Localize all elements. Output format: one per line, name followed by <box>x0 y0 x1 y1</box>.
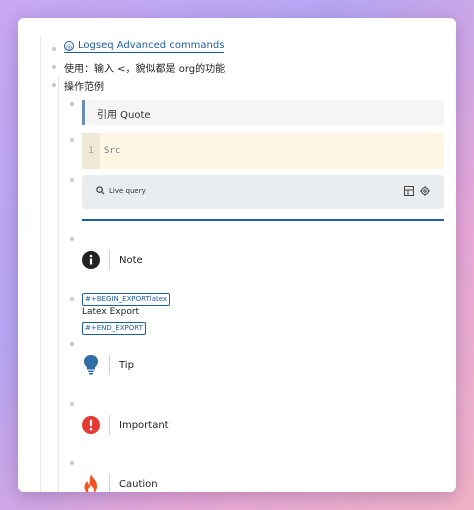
bullet[interactable] <box>70 178 74 182</box>
link-icon: ◎ <box>64 40 74 51</box>
bullet[interactable] <box>70 461 74 465</box>
tip-label: Tip <box>119 359 134 371</box>
logseq-page: ◎ Logseq Advanced commands 使用：输入 <，貌似都是 … <box>18 18 456 492</box>
code-line-number: 1 <box>82 133 100 169</box>
exclamation-icon <box>82 416 100 434</box>
bullet[interactable] <box>52 83 56 87</box>
lightbulb-icon <box>82 355 100 375</box>
info-icon <box>82 251 100 269</box>
caution-admonition[interactable]: Caution <box>82 470 158 492</box>
tip-admonition[interactable]: Tip <box>82 351 134 379</box>
caution-label: Caution <box>119 478 158 490</box>
bullet[interactable] <box>70 237 74 241</box>
bullet[interactable] <box>70 342 74 346</box>
guide-line-2 <box>58 76 59 492</box>
admonition-divider <box>109 474 110 492</box>
export-text[interactable]: Latex Export <box>82 307 139 317</box>
code-text: Src <box>104 146 121 156</box>
live-query-block[interactable]: Live query <box>82 175 444 209</box>
quote-block[interactable]: 引用 Quote <box>82 100 444 125</box>
bullet[interactable] <box>70 102 74 106</box>
bullet[interactable] <box>70 297 74 301</box>
live-query-label: Live query <box>109 186 146 195</box>
export-begin-tag[interactable]: #+BEGIN_EXPORTlatex <box>82 293 171 306</box>
important-label: Important <box>119 419 169 431</box>
settings-icon[interactable] <box>420 186 430 196</box>
quote-text: 引用 Quote <box>97 110 151 121</box>
usage-line[interactable]: 使用：输入 <，貌似都是 org的功能 <box>64 60 225 75</box>
fire-icon <box>82 474 100 492</box>
important-admonition[interactable]: Important <box>82 411 169 439</box>
export-end-tag[interactable]: #+END_EXPORT <box>82 322 146 335</box>
bullet[interactable] <box>52 65 56 69</box>
examples-line[interactable]: 操作范例 <box>64 78 104 93</box>
horizontal-rule <box>82 219 444 221</box>
table-icon[interactable] <box>404 186 414 196</box>
page-link-label: Logseq Advanced commands <box>78 40 225 51</box>
bullet[interactable] <box>70 138 74 142</box>
bullet[interactable] <box>52 47 56 51</box>
search-icon <box>96 186 105 195</box>
guide-line-1 <box>40 36 41 492</box>
page-link[interactable]: ◎ Logseq Advanced commands <box>64 40 225 53</box>
admonition-divider <box>109 415 110 435</box>
code-block[interactable]: 1 Src <box>82 133 444 169</box>
live-query-header[interactable]: Live query <box>96 186 146 195</box>
bullet[interactable] <box>70 402 74 406</box>
note-admonition[interactable]: Note <box>82 246 143 274</box>
note-label: Note <box>119 254 143 266</box>
admonition-divider <box>109 250 110 270</box>
admonition-divider <box>109 355 110 375</box>
